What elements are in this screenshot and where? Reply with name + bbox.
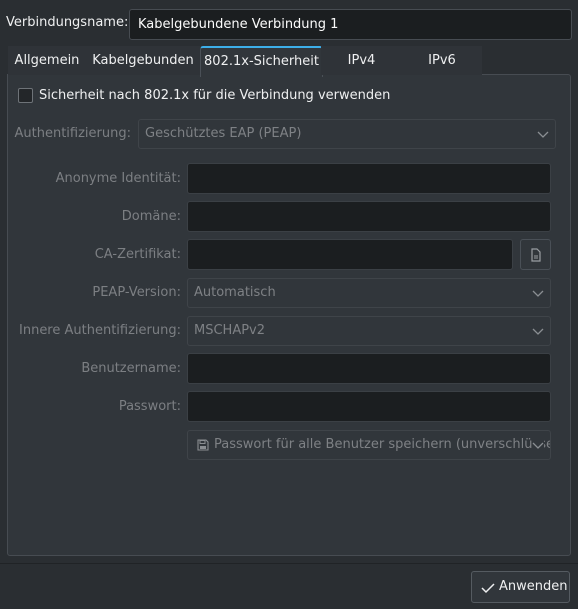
connection-name-value: Kabelgebundene Verbindung 1 [138, 17, 339, 32]
apply-button[interactable]: Anwenden [471, 571, 570, 603]
ca-cert-label: CA-Zertifikat: [94, 247, 181, 262]
tab-label: IPv4 [347, 53, 376, 68]
connection-name-input[interactable]: Kabelgebundene Verbindung 1 [129, 9, 572, 40]
peap-version-select[interactable]: Automatisch [187, 278, 551, 308]
tab-label: IPv6 [428, 53, 456, 68]
footer-divider [0, 563, 578, 564]
anon-identity-input[interactable] [187, 163, 551, 194]
tab-label: Allgemein [14, 53, 80, 68]
ca-cert-input[interactable] [187, 239, 513, 270]
chevron-down-icon [532, 439, 544, 451]
chevron-down-icon [537, 131, 549, 138]
save-icon [197, 439, 209, 451]
use-8021x-checkbox[interactable] [18, 88, 33, 103]
checkmark-icon [481, 583, 495, 594]
tab-kabelgebunden[interactable]: Kabelgebunden [86, 46, 200, 75]
auth-value: Geschütztes EAP (PEAP) [145, 126, 302, 141]
file-open-icon [531, 248, 541, 262]
inner-auth-select[interactable]: MSCHAPv2 [187, 316, 551, 346]
tab-8021x-security[interactable]: 802.1x-Sicherheit [200, 46, 323, 77]
use-8021x-label[interactable]: Sicherheit nach 802.1x für die Verbindun… [39, 88, 390, 103]
peap-version-value: Automatisch [194, 285, 276, 300]
password-store-value: Passwort für alle Benutzer speichern (un… [214, 437, 551, 452]
auth-label: Authentifizierung: [14, 126, 132, 141]
tab-ipv6[interactable]: IPv6 [402, 46, 482, 75]
ca-cert-browse-button[interactable] [520, 239, 551, 270]
auth-select[interactable]: Geschütztes EAP (PEAP) [138, 119, 556, 149]
tab-ipv4[interactable]: IPv4 [321, 46, 402, 75]
chevron-down-icon [532, 328, 544, 335]
anon-identity-label: Anonyme Identität: [55, 171, 181, 186]
domain-input[interactable] [187, 201, 551, 232]
password-store-select[interactable]: Passwort für alle Benutzer speichern (un… [187, 430, 551, 460]
inner-auth-value: MSCHAPv2 [194, 323, 266, 338]
domain-label: Domäne: [121, 209, 181, 224]
tab-allgemein[interactable]: Allgemein [8, 46, 86, 75]
tab-label: Kabelgebunden [92, 53, 194, 68]
username-label: Benutzername: [81, 361, 181, 376]
apply-label: Anwenden [499, 579, 568, 594]
username-input[interactable] [187, 353, 551, 384]
chevron-down-icon [532, 290, 544, 297]
peap-version-label: PEAP-Version: [92, 285, 181, 300]
tab-label: 802.1x-Sicherheit [204, 54, 319, 69]
password-input[interactable] [187, 391, 551, 422]
connection-name-label: Verbindungsname: [6, 15, 129, 30]
inner-auth-label: Innere Authentifizierung: [19, 323, 181, 338]
password-label: Passwort: [118, 399, 181, 414]
